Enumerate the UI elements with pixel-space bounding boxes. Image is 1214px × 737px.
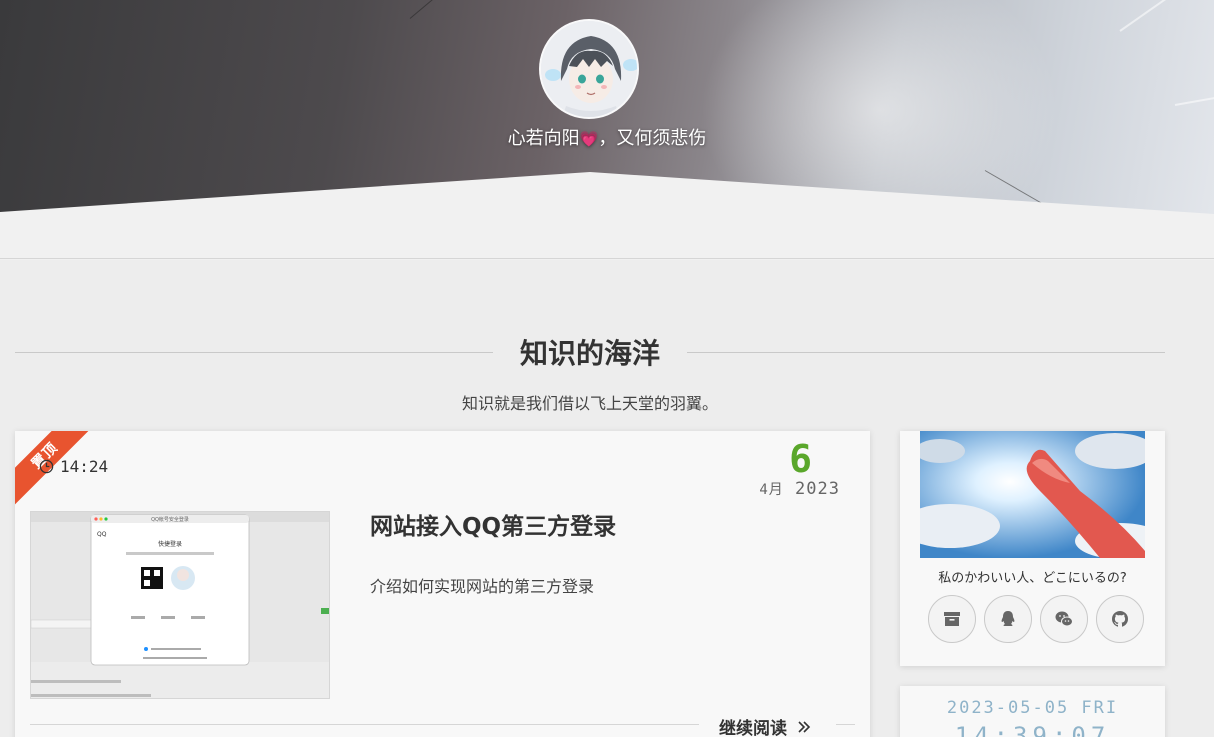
thumb-brand: QQ [97,531,107,538]
thumb-heading: 快捷登录 [158,540,182,548]
clock-widget: 2023-05-05 FRI 14:39:07 [900,686,1165,737]
clock-time: 14:39:07 [954,722,1111,737]
post-thumbnail[interactable]: QQ帐号安全登录 QQ 快捷登录 [30,511,330,699]
post-time: 14:24 [39,457,108,476]
post-year: 2023 [795,479,840,499]
clock-icon [39,459,54,474]
post-excerpt: 介绍如何实现网站的第三方登录 [370,577,595,596]
wechat-button[interactable] [1040,595,1088,643]
github-button[interactable] [1096,595,1144,643]
post-footer-line-left [30,724,699,725]
hero-streak [1119,0,1170,32]
wechat-icon [1055,611,1073,627]
sky-hand-illustration [920,431,1145,558]
hero-divider [0,258,1214,259]
post-month: 4月 [759,482,784,498]
hero-streak [409,0,441,19]
motto-part-2: ，又何须悲伤 [598,128,707,149]
post-title[interactable]: 网站接入QQ第三方登录 [370,507,616,541]
profile-card: 私のかわいい人、どこにいるの? [900,431,1165,666]
archive-icon [944,612,960,626]
post-time-text: 14:24 [60,457,109,476]
section-subtitle: 知识就是我们借以飞上天堂的羽翼。 [461,394,718,413]
social-icon-row [928,595,1144,643]
avatar[interactable] [539,19,639,119]
profile-caption: 私のかわいい人、どこにいるの? [938,571,1127,586]
post-month-year: 4月 2023 [759,479,840,499]
hero-motto: 心若向阳💗，又何须悲伤 [0,124,1214,150]
thumbnail-screenshot: QQ帐号安全登录 QQ 快捷登录 [31,512,329,698]
clock-date: 2023-05-05 FRI [946,698,1119,718]
qq-icon [1001,611,1015,626]
read-more-label: 继续阅读 [719,719,787,737]
post-card[interactable]: 置顶 14:24 6 4月 2023 QQ帐号安全登录 QQ 快捷登录 网站接入… [15,431,870,737]
read-more-link[interactable]: 继续阅读 [719,714,811,737]
profile-banner-image [920,431,1145,558]
qq-button[interactable] [984,595,1032,643]
thumb-window-title: QQ帐号安全登录 [151,516,189,523]
double-chevron-right-icon [798,720,811,733]
post-footer-line-right [836,724,855,725]
heart-icon: 💗 [579,130,599,148]
github-icon [1111,611,1129,627]
hero-streak [1174,97,1214,106]
motto-part-1: 心若向阳 [507,128,580,149]
section-heading: 知识的海洋 [15,332,1165,372]
avatar-illustration [541,21,637,117]
post-day: 6 [789,437,812,481]
archive-button[interactable] [928,595,976,643]
section-title: 知识的海洋 [519,337,660,370]
